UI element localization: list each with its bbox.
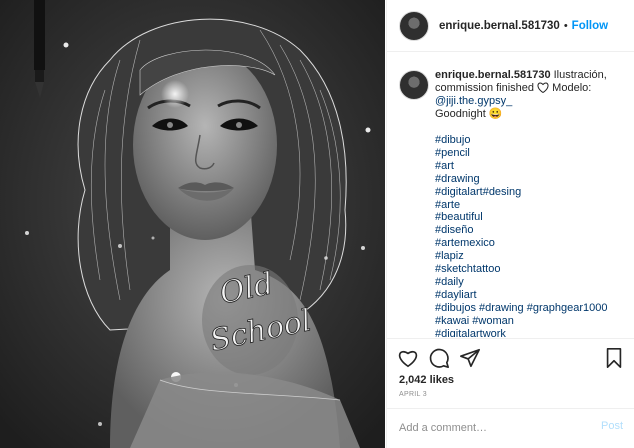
hashtag-link[interactable]: #arte bbox=[435, 199, 625, 212]
caption-section: enrique.bernal.581730 Ilustración, commi… bbox=[387, 60, 634, 337]
hashtag-link[interactable]: #lapiz bbox=[435, 250, 625, 263]
hashtag-link[interactable]: #dibujo bbox=[435, 134, 625, 147]
caption-closing: Goodnight bbox=[435, 108, 486, 120]
hashtag-link[interactable]: #dayliart bbox=[435, 289, 625, 302]
post-header: enrique.bernal.581730 • Follow bbox=[387, 0, 634, 52]
comment-icon[interactable] bbox=[428, 347, 450, 369]
post-date[interactable]: APRIL 3 bbox=[399, 391, 427, 398]
hashtag-link[interactable]: #beautiful bbox=[435, 211, 625, 224]
comment-bar: Post bbox=[387, 408, 634, 448]
hashtag-link[interactable]: #sketchtattoo bbox=[435, 263, 625, 276]
follow-button[interactable]: Follow bbox=[572, 20, 608, 32]
hashtag-link[interactable]: #drawing bbox=[435, 173, 625, 186]
action-bar bbox=[387, 338, 634, 375]
hashtag-link[interactable]: #digitalartwork bbox=[435, 328, 625, 337]
heart-emoji-icon bbox=[537, 82, 549, 93]
hashtag-link[interactable]: #diseño bbox=[435, 224, 625, 237]
separator-dot: • bbox=[563, 19, 568, 32]
bookmark-icon[interactable] bbox=[603, 347, 625, 369]
post-image[interactable]: Old School bbox=[0, 0, 385, 448]
caption-avatar[interactable] bbox=[399, 70, 429, 100]
artwork-illustration: Old School bbox=[0, 0, 385, 448]
hashtag-link[interactable]: #digitalart#desing bbox=[435, 186, 625, 199]
hashtag-link[interactable]: #artemexico bbox=[435, 237, 625, 250]
caption-text: enrique.bernal.581730 Ilustración, commi… bbox=[435, 69, 625, 337]
likes-count[interactable]: 2,042 likes bbox=[399, 374, 454, 386]
comment-input[interactable] bbox=[399, 419, 579, 437]
caption-username[interactable]: enrique.bernal.581730 bbox=[435, 69, 551, 81]
hashtag-link[interactable]: #daily bbox=[435, 276, 625, 289]
caption-body-model: Modelo: bbox=[552, 82, 592, 94]
post-comment-button[interactable]: Post bbox=[601, 420, 623, 432]
grin-emoji-icon: 😀 bbox=[488, 108, 503, 120]
hashtag-link[interactable]: #art bbox=[435, 160, 625, 173]
hashtag-list: #dibujo #pencil #art #drawing #digitalart#de… bbox=[435, 134, 625, 337]
post-sidebar: enrique.bernal.581730 • Follow enrique.b… bbox=[386, 0, 634, 448]
hashtag-link[interactable]: #pencil bbox=[435, 147, 625, 160]
paper-plane-icon[interactable] bbox=[459, 347, 481, 369]
caption-mention-link[interactable]: @jiji.the.gypsy_ bbox=[435, 95, 512, 107]
heart-outline-icon[interactable] bbox=[397, 347, 419, 369]
hashtag-link[interactable]: #dibujos #drawing #graphgear1000 bbox=[435, 302, 625, 315]
header-username[interactable]: enrique.bernal.581730 bbox=[439, 20, 560, 32]
avatar[interactable] bbox=[399, 10, 429, 41]
hashtag-link[interactable]: #kawai #woman bbox=[435, 315, 625, 328]
